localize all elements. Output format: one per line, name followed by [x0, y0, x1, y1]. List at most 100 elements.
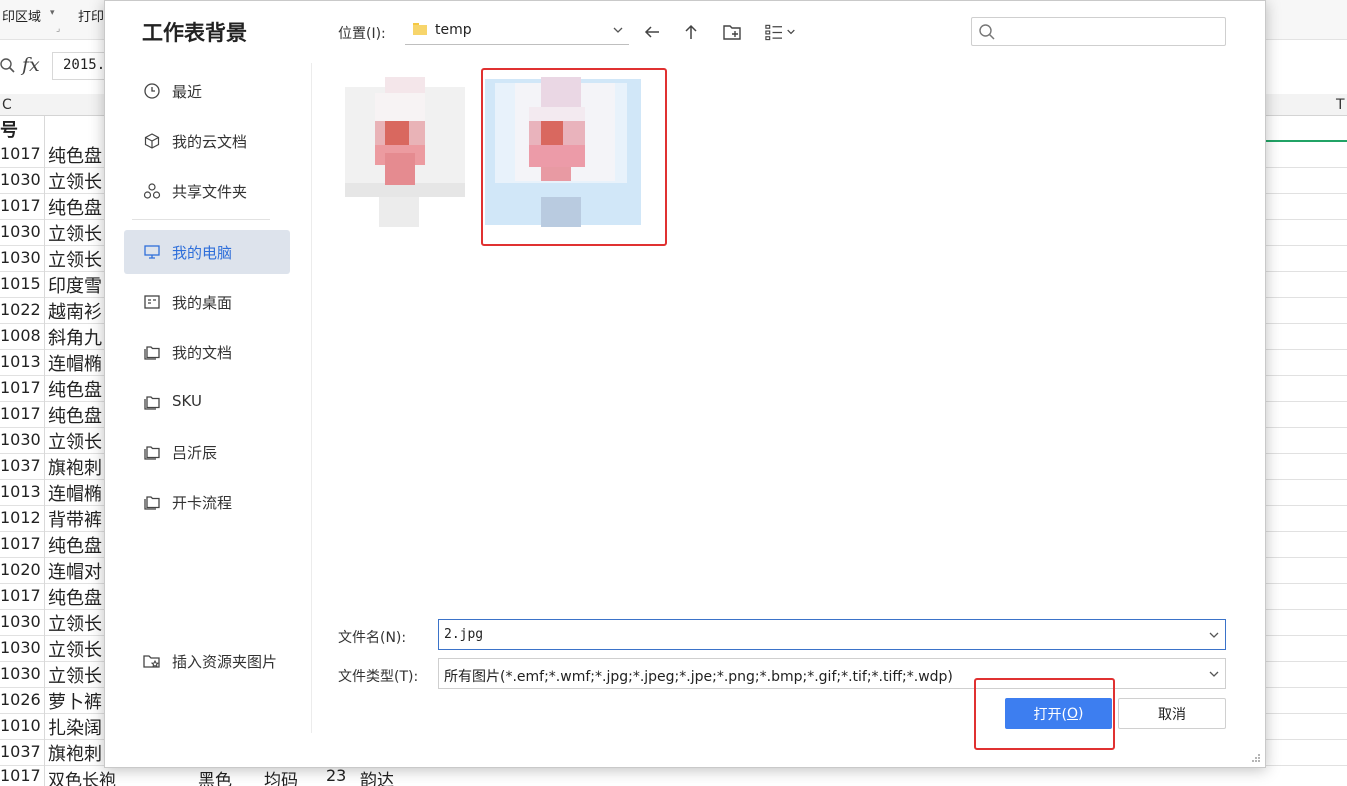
cell-name[interactable]: 纯色盘: [48, 142, 108, 168]
cell-name[interactable]: 扎染阔: [48, 714, 108, 740]
file-name-field[interactable]: 2.jpg: [438, 619, 1226, 650]
cell-code[interactable]: 1017: [0, 144, 44, 163]
sheet-last-row: 1017 双色长袍 黑色 均码 23 韵达: [0, 766, 1347, 786]
fx-icon[interactable]: fx: [22, 54, 40, 76]
cell-name[interactable]: 立领长: [48, 636, 108, 662]
cell-name[interactable]: 立领长: [48, 428, 108, 454]
sidebar-item[interactable]: 开卡流程: [124, 480, 290, 524]
cell-name[interactable]: 纯色盘: [48, 194, 108, 220]
image-thumbnail: [345, 77, 465, 227]
cell-code[interactable]: 1015: [0, 274, 44, 293]
file-tile[interactable]: [339, 73, 489, 231]
cell-name[interactable]: 背带裤: [48, 506, 108, 532]
new-folder-icon[interactable]: [721, 21, 743, 43]
sidebar-item-label: 我的文档: [172, 344, 233, 362]
cell-code[interactable]: 1012: [0, 508, 44, 527]
folder-icon: [142, 442, 162, 462]
cell-name[interactable]: 立领长: [48, 168, 108, 194]
view-list-icon[interactable]: [763, 21, 801, 43]
cell-code[interactable]: 1008: [0, 326, 44, 345]
cell-code[interactable]: 1030: [0, 430, 44, 449]
column-header-t[interactable]: T: [1336, 97, 1345, 113]
cell-color[interactable]: 黑色: [198, 766, 232, 786]
file-type-select[interactable]: 所有图片(*.emf;*.wmf;*.jpg;*.jpeg;*.jpe;*.pn…: [438, 658, 1226, 689]
cell-name[interactable]: 纯色盘: [48, 584, 108, 610]
cell-qty[interactable]: 23: [326, 766, 346, 785]
cell-code[interactable]: 1037: [0, 456, 44, 475]
sheet-background-dialog: 工作表背景 最近 我的云文档 共享文件夹 我的电脑 我的桌面 我的文档 SKU 吕沂辰 开卡流程…: [104, 0, 1266, 768]
cell-code[interactable]: 1026: [0, 690, 44, 709]
location-dropdown[interactable]: temp: [405, 17, 629, 45]
cell-name[interactable]: 印度雪: [48, 272, 108, 298]
cell-name[interactable]: 连帽椭: [48, 350, 108, 376]
cell-code[interactable]: 1013: [0, 482, 44, 501]
sidebar-item[interactable]: 共享文件夹: [124, 169, 290, 213]
cell-name[interactable]: 立领长: [48, 610, 108, 636]
cell-name[interactable]: 立领长: [48, 246, 108, 272]
cell-code[interactable]: 1017: [0, 404, 44, 423]
cell-name[interactable]: 连帽椭: [48, 480, 108, 506]
cell-name[interactable]: 连帽对: [48, 558, 108, 584]
zoom-icon[interactable]: [0, 58, 16, 78]
cell-name[interactable]: 纯色盘: [48, 402, 108, 428]
cell-name[interactable]: 越南衫: [48, 298, 108, 324]
cell-code[interactable]: 1030: [0, 222, 44, 241]
up-arrow-icon[interactable]: [680, 21, 702, 43]
sidebar-item[interactable]: 我的文档: [124, 330, 290, 374]
sidebar-item-label: 我的电脑: [172, 244, 233, 262]
sidebar-item-label: 最近: [172, 83, 203, 101]
insert-resource-label: 插入资源夹图片: [172, 653, 278, 671]
cell-code[interactable]: 1017: [0, 586, 44, 605]
sidebar-item-label: 我的桌面: [172, 294, 233, 312]
folder-star-icon: [142, 651, 162, 671]
cell-name[interactable]: 旗袍刺: [48, 740, 108, 766]
cell-code[interactable]: 1017: [0, 534, 44, 553]
cell-name[interactable]: 立领长: [48, 220, 108, 246]
cell-code[interactable]: 1030: [0, 170, 44, 189]
cell-name[interactable]: 纯色盘: [48, 376, 108, 402]
cell-code[interactable]: 1013: [0, 352, 44, 371]
search-input[interactable]: [1000, 20, 1220, 43]
print-area-button[interactable]: 印区域: [2, 6, 41, 25]
cell-code[interactable]: 1030: [0, 612, 44, 631]
cell-name[interactable]: 立领长: [48, 662, 108, 688]
cell-code[interactable]: 1010: [0, 716, 44, 735]
cell-name[interactable]: 斜角九: [48, 324, 108, 350]
header-cell[interactable]: 号: [0, 116, 44, 142]
cell-size[interactable]: 均码: [264, 766, 298, 786]
cell-code[interactable]: 1020: [0, 560, 44, 579]
search-box[interactable]: [971, 17, 1226, 46]
location-label: 位置(I):: [338, 26, 386, 42]
sidebar-item[interactable]: 吕沂辰: [124, 430, 290, 474]
cell-name[interactable]: 旗袍刺: [48, 454, 108, 480]
chevron-down-icon[interactable]: [1208, 629, 1220, 641]
cell-code[interactable]: 1030: [0, 664, 44, 683]
cell-code[interactable]: 1037: [0, 742, 44, 761]
column-header-c[interactable]: C: [2, 97, 12, 113]
resize-grip-icon[interactable]: [1251, 753, 1261, 763]
sidebar-item[interactable]: SKU: [124, 380, 290, 424]
cell-code[interactable]: 1017: [0, 378, 44, 397]
cell-code[interactable]: 1030: [0, 638, 44, 657]
cell-name[interactable]: 纯色盘: [48, 532, 108, 558]
sidebar-item[interactable]: 我的云文档: [124, 119, 290, 163]
back-arrow-icon[interactable]: [641, 21, 663, 43]
folder-icon: [413, 23, 427, 35]
search-icon: [979, 24, 995, 40]
cell-code[interactable]: 1022: [0, 300, 44, 319]
insert-resource-button[interactable]: 插入资源夹图片: [124, 641, 296, 681]
sidebar-item[interactable]: 我的电脑: [124, 230, 290, 274]
print-button[interactable]: 打印: [78, 6, 104, 25]
cell-code[interactable]: 1017: [0, 196, 44, 215]
cell-name[interactable]: 萝卜裤: [48, 688, 108, 714]
file-tile-selected[interactable]: [485, 73, 641, 231]
cancel-button[interactable]: 取消: [1118, 698, 1226, 729]
sidebar-item[interactable]: 我的桌面: [124, 280, 290, 324]
cell-code[interactable]: 1017: [0, 766, 41, 785]
cell-code[interactable]: 1030: [0, 248, 44, 267]
clock-icon: [142, 81, 162, 101]
cell-brand[interactable]: 韵达: [360, 766, 394, 786]
sidebar-item[interactable]: 最近: [124, 69, 290, 113]
open-button[interactable]: 打开(O): [1005, 698, 1112, 729]
cell-name[interactable]: 双色长袍: [48, 766, 116, 786]
